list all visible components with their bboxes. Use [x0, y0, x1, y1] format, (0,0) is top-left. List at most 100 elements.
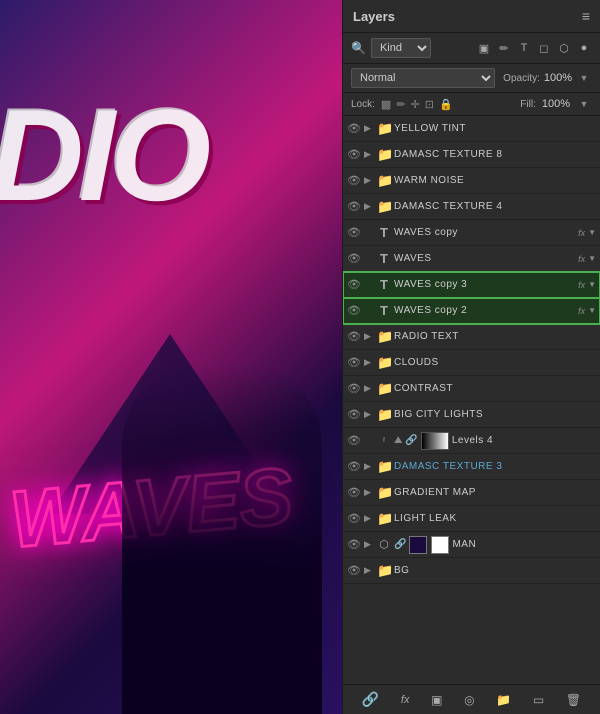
- expand-arrow: ▶: [364, 435, 374, 446]
- expand-arrow[interactable]: ▶: [364, 461, 374, 472]
- fx-icon[interactable]: fx: [401, 694, 410, 706]
- layer-name: WAVES copy 2: [394, 305, 575, 316]
- expand-arrow[interactable]: ▶: [364, 565, 374, 576]
- layer-row[interactable]: 👁 ▶ 📁 DAMASC TEXTURE 4: [343, 194, 600, 220]
- expand-arrow[interactable]: ▶: [364, 201, 374, 212]
- expand-arrow[interactable]: ▶: [364, 149, 374, 160]
- visibility-icon[interactable]: 👁: [347, 538, 361, 551]
- chain-icon: 🔗: [405, 435, 417, 446]
- expand-arrow[interactable]: ▶: [364, 513, 374, 524]
- kind-dropdown[interactable]: Kind: [371, 38, 431, 58]
- visibility-icon[interactable]: 👁: [347, 330, 361, 343]
- layer-row-man[interactable]: 👁 ▶ ⬡ 🔗 MAN: [343, 532, 600, 558]
- layer-name: WAVES: [394, 253, 575, 264]
- layer-row[interactable]: 👁 ▶ 📁 YELLOW TINT: [343, 116, 600, 142]
- folder-icon: 📁: [377, 459, 391, 475]
- visibility-icon[interactable]: 👁: [347, 278, 361, 291]
- folder-icon: 📁: [377, 329, 391, 345]
- fx-badge: fx: [578, 254, 585, 264]
- expand-arrow[interactable]: ▶: [364, 487, 374, 498]
- fx-chevron[interactable]: ▼: [588, 254, 596, 263]
- lock-pixels-icon[interactable]: ✏: [396, 98, 405, 111]
- new-layer-icon[interactable]: ▭: [533, 693, 544, 707]
- panel-footer: 🔗 fx ▣ ◎ 📁 ▭ 🗑: [343, 684, 600, 714]
- folder-icon: 📁: [377, 199, 391, 215]
- expand-arrow[interactable]: ▶: [364, 123, 374, 134]
- shape-filter-icon[interactable]: ◻: [536, 40, 552, 56]
- layer-row[interactable]: 👁 ▶ 📁 CLOUDS: [343, 350, 600, 376]
- layer-row[interactable]: 👁 ▶ 📁 CONTRAST: [343, 376, 600, 402]
- new-group-icon[interactable]: 📁: [496, 693, 511, 707]
- layer-row[interactable]: 👁 ▶ 📁 BIG CITY LIGHTS: [343, 402, 600, 428]
- fill-layer-icon[interactable]: ▣: [431, 693, 442, 707]
- visibility-icon[interactable]: 👁: [347, 304, 361, 317]
- opacity-chevron[interactable]: ▼: [576, 70, 592, 86]
- fx-badge: fx: [578, 306, 585, 316]
- visibility-icon[interactable]: 👁: [347, 460, 361, 473]
- visibility-icon[interactable]: 👁: [347, 148, 361, 161]
- text-filter-icon[interactable]: T: [516, 40, 532, 56]
- smart-object-icon: ⬡: [377, 538, 391, 551]
- visibility-icon[interactable]: 👁: [347, 356, 361, 369]
- layer-name: WARM NOISE: [394, 175, 596, 186]
- visibility-icon[interactable]: 👁: [347, 252, 361, 265]
- blend-mode-dropdown[interactable]: Normal: [351, 68, 495, 88]
- layer-row[interactable]: 👁 ▶ 📁 BG: [343, 558, 600, 584]
- fx-badge: fx: [578, 280, 585, 290]
- visibility-icon[interactable]: 👁: [347, 434, 361, 447]
- lock-all-icon[interactable]: 🔒: [439, 98, 453, 111]
- layer-row[interactable]: 👁 ▶ 📁 GRADIENT MAP: [343, 480, 600, 506]
- fx-chevron[interactable]: ▼: [588, 228, 596, 237]
- visibility-icon[interactable]: 👁: [347, 122, 361, 135]
- layer-name: LIGHT LEAK: [394, 513, 596, 524]
- link-icon[interactable]: 🔗: [362, 691, 379, 708]
- lock-icons: ▩ ✏ ✛ ⊡ 🔒: [381, 98, 453, 111]
- expand-arrow[interactable]: ▶: [364, 383, 374, 394]
- visibility-icon[interactable]: 👁: [347, 512, 361, 525]
- expand-arrow[interactable]: ▶: [364, 357, 374, 368]
- delete-icon[interactable]: 🗑: [566, 693, 581, 707]
- panel-menu-icon[interactable]: ≡: [582, 8, 590, 24]
- brush-icon[interactable]: ✏: [496, 40, 512, 56]
- lock-artboard-icon[interactable]: ⊡: [425, 98, 434, 111]
- visibility-icon[interactable]: 👁: [347, 174, 361, 187]
- smart-filter-icon[interactable]: ⬡: [556, 40, 572, 56]
- panel-title: Layers: [353, 9, 395, 24]
- visibility-icon[interactable]: 👁: [347, 200, 361, 213]
- expand-arrow[interactable]: ▶: [364, 539, 374, 550]
- folder-icon: 📁: [377, 563, 391, 579]
- folder-icon: 📁: [377, 173, 391, 189]
- layer-row[interactable]: 👁 ▶ 📁 DAMASC TEXTURE 3: [343, 454, 600, 480]
- lock-transparent-icon[interactable]: ▩: [381, 98, 391, 111]
- layer-row[interactable]: 👁 ▶ 📁 RADIO TEXT: [343, 324, 600, 350]
- toolbar-icons: ▣ ✏ T ◻ ⬡ ●: [476, 40, 592, 56]
- expand-arrow[interactable]: ▶: [364, 175, 374, 186]
- layer-row[interactable]: 👁 ▶ T WAVES copy fx ▼: [343, 220, 600, 246]
- text-layer-icon: T: [377, 225, 391, 240]
- adjustment-icon[interactable]: ◎: [464, 693, 474, 707]
- expand-arrow[interactable]: ▶: [364, 331, 374, 342]
- lock-row: Lock: ▩ ✏ ✛ ⊡ 🔒 Fill: 100% ▼: [343, 93, 600, 116]
- folder-icon: 📁: [377, 485, 391, 501]
- layer-row-waves-copy-3[interactable]: 👁 ▶ T WAVES copy 3 fx ▼: [343, 272, 600, 298]
- layer-row[interactable]: 👁 ▶ T WAVES fx ▼: [343, 246, 600, 272]
- layer-row-waves-copy-2[interactable]: 👁 ▶ T WAVES copy 2 fx ▼: [343, 298, 600, 324]
- layer-row[interactable]: 👁 ▶ 📁 LIGHT LEAK: [343, 506, 600, 532]
- lock-position-icon[interactable]: ✛: [411, 98, 420, 111]
- pixel-icon[interactable]: ▣: [476, 40, 492, 56]
- layer-row[interactable]: 👁 ▶ 📁 DAMASC TEXTURE 8: [343, 142, 600, 168]
- expand-arrow[interactable]: ▶: [364, 409, 374, 420]
- layer-name: MAN: [452, 539, 596, 550]
- fill-chevron[interactable]: ▼: [576, 96, 592, 112]
- fx-chevron[interactable]: ▼: [588, 306, 596, 315]
- layers-list[interactable]: 👁 ▶ 📁 YELLOW TINT 👁 ▶ 📁 DAMASC TEXTURE 8…: [343, 116, 600, 684]
- visibility-icon[interactable]: 👁: [347, 226, 361, 239]
- visibility-icon[interactable]: 👁: [347, 382, 361, 395]
- layer-name: WAVES copy 3: [394, 279, 575, 290]
- layer-row[interactable]: 👁 ▶ 📁 WARM NOISE: [343, 168, 600, 194]
- fx-chevron[interactable]: ▼: [588, 280, 596, 289]
- visibility-icon[interactable]: 👁: [347, 408, 361, 421]
- visibility-icon[interactable]: 👁: [347, 564, 361, 577]
- layer-row-levels-4[interactable]: 👁 ▶ ᶠ ⛰ 🔗 Levels 4: [343, 428, 600, 454]
- visibility-icon[interactable]: 👁: [347, 486, 361, 499]
